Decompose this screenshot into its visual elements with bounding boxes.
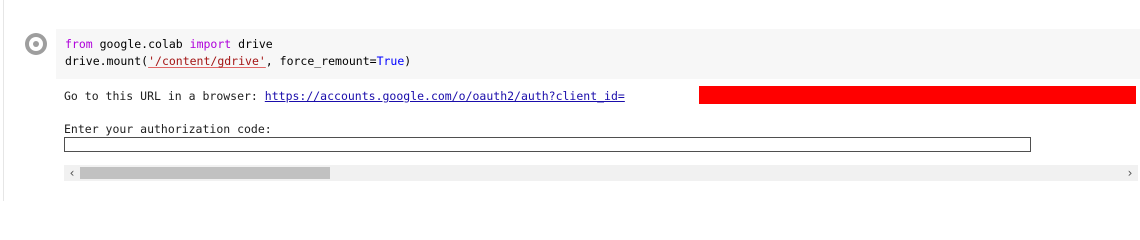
call-prefix: drive.mount( [65,54,149,68]
mount-path-string: '/content/gdrive' [148,54,266,68]
horizontal-scrollbar[interactable]: ‹ › [64,165,1138,181]
url-message: Go to this URL in a browser: https://acc… [64,88,625,105]
keyword-import: import [189,37,232,51]
oauth-url-link[interactable]: https://accounts.google.com/o/oauth2/aut… [265,89,625,103]
code-line-2: drive.mount('/content/gdrive', force_rem… [65,53,1140,70]
keyword-from: from [65,37,93,51]
cell-output: Go to this URL in a browser: https://acc… [56,79,1140,201]
scroll-left-icon[interactable]: ‹ [64,165,80,181]
auth-code-label: Enter your authorization code: [64,122,272,136]
notebook-page: from google.colab import drive drive.moun… [0,0,1140,201]
auth-code-input[interactable] [64,137,1031,152]
call-suffix: ) [404,54,412,68]
boolean-true: True [376,54,405,68]
scroll-thumb[interactable] [80,167,330,179]
run-cell-button[interactable] [25,33,47,55]
import-target: drive [231,37,273,51]
code-line-1: from google.colab import drive [65,36,1140,53]
scroll-right-icon[interactable]: › [1122,165,1138,181]
call-args: , force_remount= [265,54,377,68]
module-name: google.colab [92,37,190,51]
redacted-block [699,86,1136,104]
code-editor[interactable]: from google.colab import drive drive.moun… [56,29,1140,79]
url-prefix: Go to this URL in a browser: [64,89,265,103]
stop-indicator [33,41,39,47]
